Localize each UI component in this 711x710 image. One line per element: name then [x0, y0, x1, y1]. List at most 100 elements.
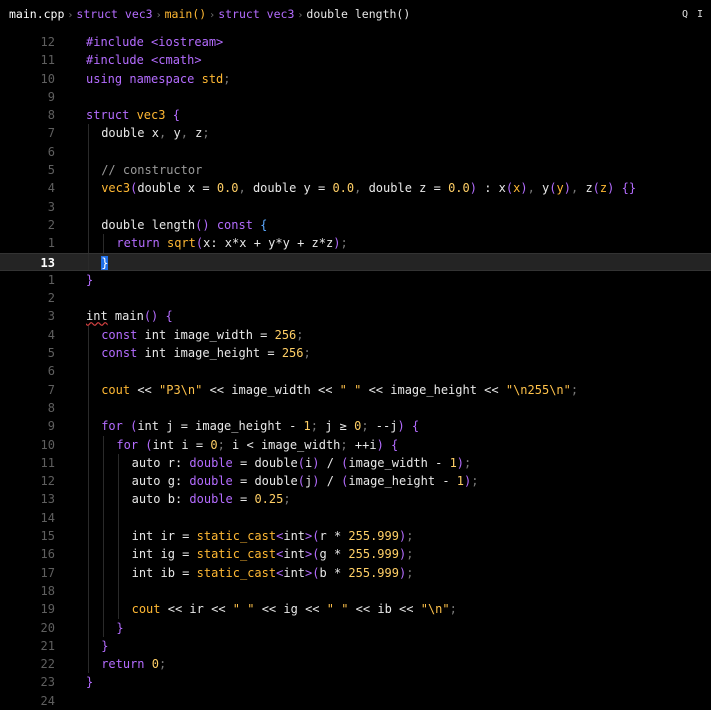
code-token: z — [585, 181, 593, 196]
code-line[interactable]: 24 — [0, 692, 711, 710]
code-token: * — [275, 236, 283, 251]
breadcrumb-item-struct[interactable]: struct vec3 — [218, 7, 294, 21]
code-line[interactable]: 21} — [0, 636, 711, 656]
code-line[interactable]: 5 // constructor — [0, 161, 711, 180]
code-token: image_width — [348, 455, 436, 470]
code-line[interactable]: 7 double x, y, z; — [0, 124, 711, 143]
indent-guide — [103, 600, 105, 619]
code-line[interactable]: 18 — [0, 581, 711, 601]
code-line[interactable]: 7 cout << "P3\n" << image_width << " " <<… — [0, 380, 711, 399]
code-line[interactable]: 4 vec3 (double x = 0.0, double y = 0.0, do… — [0, 179, 711, 198]
code-token: ( — [297, 455, 306, 470]
breadcrumb-item-struct[interactable]: struct vec3 — [76, 7, 152, 21]
code-line[interactable]: 19 cout << ir << " " << ig << " " << ib <… — [0, 600, 711, 619]
code-line[interactable]: 9 for (int j = image_height - 1; j ≥ 0; -… — [0, 417, 711, 436]
code-token: ; — [202, 126, 210, 141]
breadcrumb-item-method[interactable]: double length() — [306, 7, 410, 21]
code-line[interactable]: 16 int ig = static_cast<int>(g * 255.999)… — [0, 545, 711, 564]
code-line[interactable]: 6 — [0, 142, 711, 162]
indent-guide — [88, 179, 89, 198]
code-line[interactable]: 2 — [0, 289, 711, 307]
code-token: ; — [223, 71, 231, 86]
code-text: int ir = static_cast<int>(r * 255.999); — [132, 527, 414, 545]
code-line[interactable]: 14 — [0, 508, 711, 528]
code-line[interactable]: 5 const int image_height = 256; — [0, 344, 711, 363]
code-token: + — [253, 236, 269, 251]
code-token: y — [556, 181, 564, 196]
code-line[interactable]: 3 int main() { — [0, 307, 711, 325]
indent-guide — [118, 508, 120, 528]
code-line[interactable]: 22 return 0; — [0, 655, 711, 674]
breadcrumb-item-label: main() — [164, 7, 207, 21]
code-token: ; — [464, 455, 472, 470]
code-line[interactable]: 23} — [0, 673, 711, 691]
chevron-right-icon: › — [155, 10, 162, 21]
code-line[interactable]: 13 auto b: double = 0.25; — [0, 490, 711, 509]
code-token: << — [484, 382, 506, 397]
indent-guide — [118, 545, 120, 564]
code-line[interactable]: 20} — [0, 618, 711, 637]
line-number: 22 — [40, 657, 55, 672]
code-token: = — [182, 529, 197, 544]
line-number: 8 — [47, 108, 55, 123]
code-token: >( — [305, 547, 320, 562]
indent-guide — [88, 563, 89, 582]
code-token: ; — [310, 419, 326, 434]
code-token: 0 — [151, 657, 159, 672]
breadcrumb-item-function[interactable]: main() — [165, 7, 207, 21]
indent-guide — [88, 545, 89, 564]
current-code-line[interactable]: 13} — [0, 252, 711, 271]
line-number: 3 — [47, 199, 55, 214]
code-token: double — [189, 492, 240, 507]
code-token: = — [182, 565, 197, 580]
code-token: 1 — [456, 474, 465, 489]
breadcrumb-item-label: length() — [354, 7, 411, 21]
code-token: int — [283, 565, 306, 580]
code-line[interactable]: 9 — [0, 88, 711, 106]
breadcrumb-items: main.cpp › struct vec3 › main() › struct vec3 ›… — [9, 7, 410, 21]
code-token: ( — [297, 474, 306, 489]
line-number: 20 — [40, 620, 55, 635]
code-line[interactable]: 1 return sqrt(x: x*x + y*y + z*z); — [0, 234, 711, 253]
code-line[interactable]: 6 — [0, 362, 711, 381]
code-text: vec3 (double x = 0.0, double y = 0.0, dou… — [101, 179, 636, 197]
code-token: ig — [283, 602, 306, 617]
text-cursor-icon[interactable]: I — [697, 9, 703, 20]
code-token: ir — [189, 602, 212, 617]
code-token: * — [333, 565, 349, 580]
line-number: 1 — [47, 236, 55, 251]
code-line[interactable]: 8 struct vec3 { — [0, 106, 711, 124]
chevron-right-icon: › — [209, 10, 216, 21]
code-line[interactable]: 17 int ib = static_cast<int>(b * 255.999)… — [0, 563, 711, 582]
code-token: int — [283, 547, 306, 562]
breadcrumb-item-file[interactable]: main.cpp — [9, 7, 64, 21]
code-token: -- — [375, 419, 391, 434]
code-line[interactable]: 8 — [0, 398, 711, 418]
code-token: double — [254, 455, 298, 470]
code-token: 0.25 — [254, 492, 284, 507]
search-icon[interactable]: Q — [682, 9, 688, 20]
code-line[interactable]: 11 auto r: double = double(i) / (image_wi… — [0, 453, 711, 473]
code-line[interactable]: 4 const int image_width = 256; — [0, 325, 711, 345]
code-line[interactable]: 12 #include <iostream> — [0, 33, 711, 51]
code-line[interactable]: 10 for (int i = 0; i < image_width; ++i) … — [0, 435, 711, 454]
code-token: ; — [340, 236, 348, 251]
line-number: 21 — [40, 638, 55, 653]
code-line[interactable]: 10 using namespace std; — [0, 70, 711, 88]
code-line[interactable]: 2 double length() const { — [0, 215, 711, 235]
code-token: 255.999 — [348, 529, 399, 544]
indent-guide — [88, 435, 89, 454]
code-line[interactable]: 12 auto g: double = double(j) / (image_he… — [0, 472, 711, 491]
code-editor[interactable]: 12 #include <iostream> 11 #include <cmath> 1… — [0, 33, 711, 710]
code-token: struct — [86, 108, 137, 123]
code-text: double x, y, z; — [101, 124, 209, 142]
code-line[interactable]: 1} — [0, 271, 711, 289]
code-token: } — [116, 620, 124, 635]
line-number: 1 — [47, 272, 55, 287]
code-line[interactable]: 3 — [0, 197, 711, 216]
code-line[interactable]: 15 int ir = static_cast<int>(r * 255.999)… — [0, 527, 711, 546]
code-line[interactable]: 11 #include <cmath> — [0, 51, 711, 69]
code-token: image_height — [390, 382, 485, 397]
line-number: 12 — [40, 474, 55, 489]
line-number: 10 — [40, 437, 55, 452]
